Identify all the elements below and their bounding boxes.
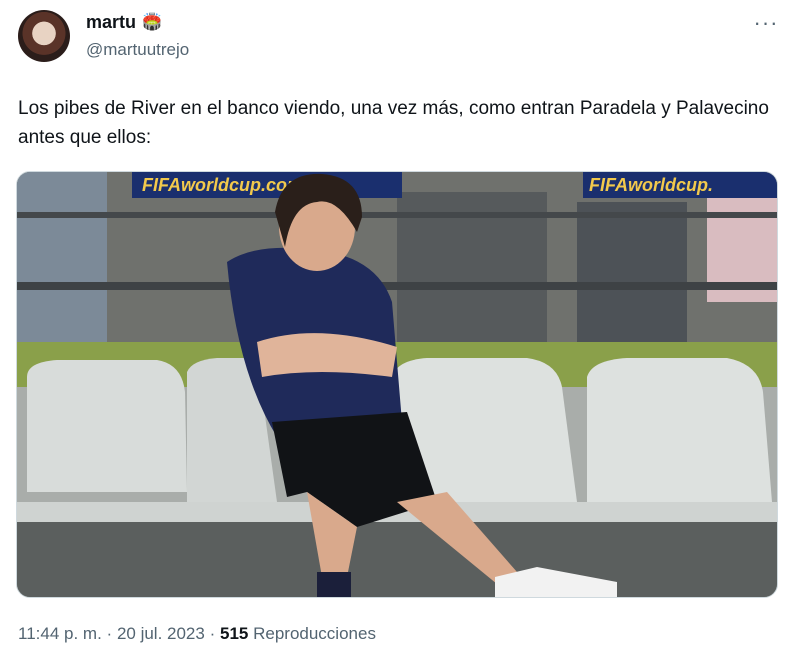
display-name[interactable]: martu bbox=[86, 12, 136, 33]
banner-right-text: FIFAworldcup. bbox=[589, 175, 713, 195]
separator: · bbox=[106, 624, 113, 643]
tweet-meta: 11:44 p. m. · 20 jul. 2023 · 515 Reprodu… bbox=[18, 624, 376, 644]
avatar[interactable] bbox=[18, 10, 70, 62]
tweet-text: Los pibes de River en el banco viendo, u… bbox=[18, 98, 769, 148]
tweet-time[interactable]: 11:44 p. m. bbox=[18, 624, 102, 643]
stadium-icon: 🏟️ bbox=[142, 13, 162, 31]
separator: · bbox=[209, 624, 216, 643]
author-name-row: martu 🏟️ bbox=[86, 12, 162, 33]
banner-left-text: FIFAworldcup.com bbox=[142, 175, 303, 195]
tweet-photo[interactable]: FIFAworldcup.com FIFAworldcup. bbox=[16, 171, 778, 598]
views-label: Reproducciones bbox=[253, 624, 376, 643]
user-handle[interactable]: @martuutrejo bbox=[86, 40, 189, 60]
views-count: 515 bbox=[219, 624, 249, 643]
tweet-date[interactable]: 20 jul. 2023 bbox=[117, 624, 205, 643]
more-icon[interactable]: ··· bbox=[752, 10, 780, 36]
